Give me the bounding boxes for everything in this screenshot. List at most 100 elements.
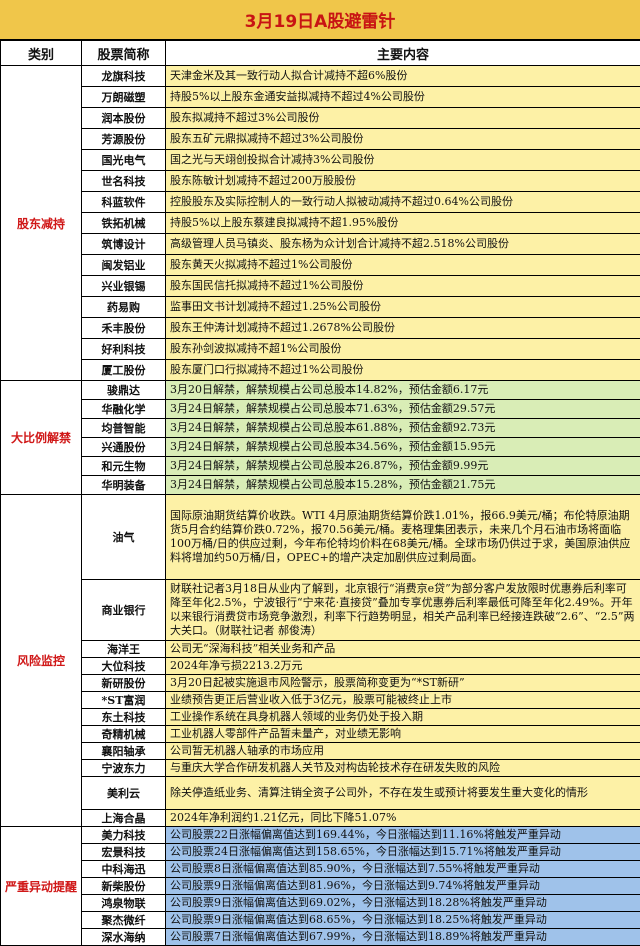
table-row: 东土科技工业操作系统在具身机器人领域的业务仍处于投入期 [1, 709, 640, 726]
main-content: 与重庆大学合作研发机器人关节及对构齿轮技术存在研发失败的风险 [166, 760, 640, 777]
table-row: 好利科技股东孙剑波拟减持不超1%公司股份 [1, 339, 640, 360]
main-content: 公司股票24日涨幅偏离值达到158.65%，今日涨幅达到15.71%将触发严重异… [166, 844, 640, 861]
table-row: 铁拓机械持股5%以上股东蔡建良拟减持不超1.95%股份 [1, 213, 640, 234]
main-content: 天津金米及其一致行动人拟合计减持不超6%股份 [166, 66, 640, 87]
main-content: 股东王仲涛计划减持不超过1.2678%公司股份 [166, 318, 640, 339]
report-table: 类别 股票简称 主要内容 股东减持龙旗科技天津金米及其一致行动人拟合计减持不超6… [0, 40, 640, 946]
stock-name: 和元生物 [82, 457, 166, 476]
stock-name: 兴业银锡 [82, 276, 166, 297]
stock-name: 东土科技 [82, 709, 166, 726]
main-content: 2024年净亏损2213.2万元 [166, 658, 640, 675]
table-row: 和元生物3月24日解禁，解禁规模占公司总股本26.87%，预估金额9.99元 [1, 457, 640, 476]
main-content: 公司股票9日涨幅偏离值达到81.96%，今日涨幅达到9.74%将触发严重异动 [166, 878, 640, 895]
main-content: 控股股东及实际控制人的一致行动人拟被动减持不超过0.64%公司股份 [166, 192, 640, 213]
stock-name: 新柴股份 [82, 878, 166, 895]
main-content: 股东陈敏计划减持不超过200万股股份 [166, 171, 640, 192]
main-content: 公司股票7日涨幅偏离值达到67.99%，今日涨幅达到18.89%将触发严重异动 [166, 929, 640, 946]
table-row: 新柴股份公司股票9日涨幅偏离值达到81.96%，今日涨幅达到9.74%将触发严重… [1, 878, 640, 895]
table-row: 闽发铝业股东黄天火拟减持不超过1%公司股份 [1, 255, 640, 276]
stock-name: 铁拓机械 [82, 213, 166, 234]
stock-name: *ST富润 [82, 692, 166, 709]
category-label: 大比例解禁 [1, 381, 82, 495]
stock-name: 闽发铝业 [82, 255, 166, 276]
stock-name: 龙旗科技 [82, 66, 166, 87]
table-row: 筑博设计高级管理人员马镇炎、股东杨为众计划合计减持不超2.518%公司股份 [1, 234, 640, 255]
main-content: 3月24日解禁，解禁规模占公司总股本61.88%，预估金额92.73元 [166, 419, 640, 438]
header-category: 类别 [1, 41, 82, 66]
table-row: 襄阳轴承公司暂无机器人轴承的市场应用 [1, 743, 640, 760]
stock-name: 宏景科技 [82, 844, 166, 861]
table-row: 新研股份3月20日起被实施退市风险警示，股票简称变更为“*ST新研” [1, 675, 640, 692]
stock-name: 襄阳轴承 [82, 743, 166, 760]
table-row: 海洋王公司无“深海科技”相关业务和产品 [1, 641, 640, 658]
table-row: 大位科技2024年净亏损2213.2万元 [1, 658, 640, 675]
main-content: 公司股票9日涨幅偏离值达到68.65%，今日涨幅达到18.25%将触发严重异动 [166, 912, 640, 929]
stock-name: 世名科技 [82, 171, 166, 192]
stock-name: 新研股份 [82, 675, 166, 692]
main-content: 监事田文书计划减持不超过1.25%公司股份 [166, 297, 640, 318]
table-row: 严重异动提醒美力科技公司股票22日涨幅偏离值达到169.44%，今日涨幅达到11… [1, 827, 640, 844]
stock-name: 聚杰微纤 [82, 912, 166, 929]
stock-name: 好利科技 [82, 339, 166, 360]
table-row: 华明装备3月24日解禁，解禁规模占公司总股本15.28%，预估金额21.75元 [1, 476, 640, 495]
table-row: 药易购监事田文书计划减持不超过1.25%公司股份 [1, 297, 640, 318]
category-label: 严重异动提醒 [1, 827, 82, 946]
table-row: 万朗磁塑持股5%以上股东金通安益拟减持不超过4%公司股份 [1, 87, 640, 108]
stock-name: 禾丰股份 [82, 318, 166, 339]
table-row: 芳源股份股东五矿元鼎拟减持不超过3%公司股份 [1, 129, 640, 150]
table-row: 科蓝软件控股股东及实际控制人的一致行动人拟被动减持不超过0.64%公司股份 [1, 192, 640, 213]
table-row: 兴业银锡股东国民信托拟减持不超过1%公司股份 [1, 276, 640, 297]
table-row: 股东减持龙旗科技天津金米及其一致行动人拟合计减持不超6%股份 [1, 66, 640, 87]
main-content: 3月20日解禁，解禁规模占公司总股本14.82%，预估金额6.17元 [166, 381, 640, 400]
category-label: 风险监控 [1, 495, 82, 827]
stock-name: 万朗磁塑 [82, 87, 166, 108]
stock-name: 奇精机械 [82, 726, 166, 743]
main-content: 公司无“深海科技”相关业务和产品 [166, 641, 640, 658]
main-content: 业绩预告更正后营业收入低于3亿元，股票可能被终止上市 [166, 692, 640, 709]
table-row: 润本股份股东拟减持不超过3%公司股份 [1, 108, 640, 129]
table-row: 厦工股份股东厦门口行拟减持不超过1%公司股份 [1, 360, 640, 381]
main-content: 股东孙剑波拟减持不超1%公司股份 [166, 339, 640, 360]
table-body: 股东减持龙旗科技天津金米及其一致行动人拟合计减持不超6%股份万朗磁塑持股5%以上… [1, 66, 640, 946]
main-content: 3月24日解禁，解禁规模占公司总股本26.87%，预估金额9.99元 [166, 457, 640, 476]
table-row: 鸿泉物联公司股票9日涨幅偏离值达到69.02%，今日涨幅达到18.28%将触发严… [1, 895, 640, 912]
page-title: 3月19日A股避雷针 [0, 0, 640, 40]
stock-name: 宁波东力 [82, 760, 166, 777]
main-content: 股东五矿元鼎拟减持不超过3%公司股份 [166, 129, 640, 150]
main-content: 3月24日解禁，解禁规模占公司总股本15.28%，预估金额21.75元 [166, 476, 640, 495]
table-row: 世名科技股东陈敏计划减持不超过200万股股份 [1, 171, 640, 192]
main-content: 除关停造纸业务、清算注销全资子公司外，不存在发生或预计将要发生重大变化的情形 [166, 777, 640, 810]
stock-name: 中科海迅 [82, 861, 166, 878]
table-row: 中科海迅公司股票8日涨幅偏离值达到85.90%，今日涨幅达到7.55%将触发严重… [1, 861, 640, 878]
stock-name: 鸿泉物联 [82, 895, 166, 912]
main-content: 持股5%以上股东蔡建良拟减持不超1.95%股份 [166, 213, 640, 234]
stock-name: 华明装备 [82, 476, 166, 495]
stock-name: 润本股份 [82, 108, 166, 129]
main-content: 公司暂无机器人轴承的市场应用 [166, 743, 640, 760]
main-content: 公司股票9日涨幅偏离值达到69.02%，今日涨幅达到18.28%将触发严重异动 [166, 895, 640, 912]
table-row: 深水海纳公司股票7日涨幅偏离值达到67.99%，今日涨幅达到18.89%将触发严… [1, 929, 640, 946]
table-row: 禾丰股份股东王仲涛计划减持不超过1.2678%公司股份 [1, 318, 640, 339]
stock-name: 国光电气 [82, 150, 166, 171]
main-content: 股东厦门口行拟减持不超过1%公司股份 [166, 360, 640, 381]
header-main-content: 主要内容 [166, 41, 640, 66]
stock-name: 深水海纳 [82, 929, 166, 946]
stock-name: 兴通股份 [82, 438, 166, 457]
table-row: 大比例解禁骏鼎达3月20日解禁，解禁规模占公司总股本14.82%，预估金额6.1… [1, 381, 640, 400]
table-row: 上海合晶2024年净利润约1.21亿元，同比下降51.07% [1, 810, 640, 827]
main-content: 国际原油期货结算价收跌。WTI 4月原油期货结算价跌1.01%，报66.9美元/… [166, 495, 640, 580]
header-stock-name: 股票简称 [82, 41, 166, 66]
stock-name: 油气 [82, 495, 166, 580]
stock-name: 商业银行 [82, 580, 166, 641]
table-row: 奇精机械工业机器人零部件产品暂未量产，对业绩无影响 [1, 726, 640, 743]
stock-name: 筑博设计 [82, 234, 166, 255]
table-row: 美利云除关停造纸业务、清算注销全资子公司外，不存在发生或预计将要发生重大变化的情… [1, 777, 640, 810]
table-row: 商业银行财联社记者3月18日从业内了解到，北京银行“消费京e贷”为部分客户发放限… [1, 580, 640, 641]
stock-name: 均普智能 [82, 419, 166, 438]
main-content: 公司股票22日涨幅偏离值达到169.44%，今日涨幅达到11.16%将触发严重异… [166, 827, 640, 844]
stock-name: 美利云 [82, 777, 166, 810]
table-row: 风险监控油气国际原油期货结算价收跌。WTI 4月原油期货结算价跌1.01%，报6… [1, 495, 640, 580]
stock-name: 大位科技 [82, 658, 166, 675]
main-content: 高级管理人员马镇炎、股东杨为众计划合计减持不超2.518%公司股份 [166, 234, 640, 255]
main-content: 2024年净利润约1.21亿元，同比下降51.07% [166, 810, 640, 827]
